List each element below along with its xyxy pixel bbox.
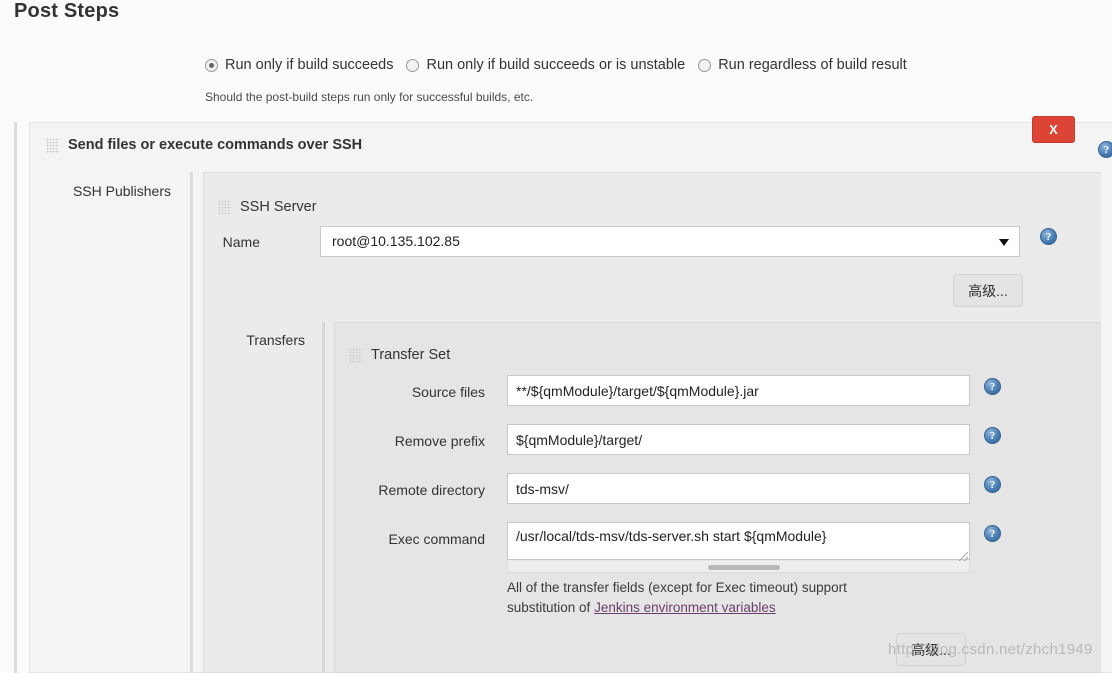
help-icon[interactable]: ? [984, 427, 1001, 444]
ssh-server-name-select[interactable]: root@10.135.102.85 [320, 226, 1020, 257]
radio-icon-regardless[interactable] [698, 58, 712, 72]
note-line-1: All of the transfer fields (except for E… [507, 580, 847, 595]
exec-command-horizontal-scrollbar[interactable] [507, 561, 970, 573]
radio-icon-succeeds-or-unstable[interactable] [406, 58, 420, 72]
drag-handle-icon[interactable] [349, 347, 362, 363]
source-files-label: Source files [411, 384, 485, 400]
remove-prefix-label: Remove prefix [394, 433, 485, 449]
transfers-label: Transfers [246, 332, 305, 348]
radio-group-help-text: Should the post-build steps run only for… [205, 90, 534, 104]
transfer-set-title: Transfer Set [371, 347, 451, 363]
radio-option-regardless[interactable]: Run regardless of build result [698, 57, 907, 73]
drag-handle-icon[interactable] [218, 199, 231, 215]
exec-command-textarea[interactable] [507, 522, 970, 560]
exec-command-label: Exec command [388, 531, 485, 547]
ssh-server-header: SSH Server [218, 199, 317, 215]
drag-handle-icon[interactable] [46, 137, 59, 153]
radio-option-succeeds-or-unstable[interactable]: Run only if build succeeds or is unstabl… [406, 57, 685, 73]
radio-option-succeeds[interactable]: Run only if build succeeds [205, 57, 393, 73]
ssh-publisher-block-header: Send files or execute commands over SSH [46, 137, 362, 153]
source-files-input[interactable] [507, 375, 970, 406]
transfer-fields-note: All of the transfer fields (except for E… [507, 578, 947, 618]
advanced-button-ssh-server[interactable]: 高级... [953, 274, 1023, 307]
help-icon-block[interactable]: ? [1098, 141, 1112, 158]
build-result-radio-group: Run only if build succeeds Run only if b… [205, 57, 920, 73]
page-title: Post Steps [14, 0, 120, 22]
help-icon[interactable]: ? [984, 476, 1001, 493]
remote-directory-label: Remote directory [378, 482, 485, 498]
jenkins-env-variables-link[interactable]: Jenkins environment variables [594, 600, 776, 615]
help-icon[interactable]: ? [1098, 141, 1112, 158]
name-label: Name [222, 234, 260, 250]
transfer-set-header: Transfer Set [349, 347, 450, 363]
exec-command-wrapper [507, 522, 970, 573]
scrollbar-thumb[interactable] [708, 565, 780, 570]
help-icon-remove-prefix[interactable]: ? [984, 427, 1001, 444]
advanced-button-transfer-set[interactable]: 高级... [896, 633, 966, 666]
remove-prefix-input[interactable] [507, 424, 970, 455]
help-icon-source-files[interactable]: ? [984, 378, 1001, 395]
radio-label-regardless: Run regardless of build result [718, 57, 907, 73]
note-line-2-prefix: substitution of [507, 600, 595, 615]
help-icon[interactable]: ? [984, 525, 1001, 542]
help-icon-exec-command[interactable]: ? [984, 525, 1001, 542]
ssh-server-title: SSH Server [240, 199, 317, 215]
close-button[interactable]: X [1032, 116, 1075, 143]
ssh-server-name-value: root@10.135.102.85 [332, 233, 460, 249]
ssh-publisher-block-title: Send files or execute commands over SSH [68, 137, 363, 153]
ssh-publishers-label: SSH Publishers [72, 183, 171, 199]
remote-directory-input[interactable] [507, 473, 970, 504]
radio-icon-succeeds[interactable] [205, 58, 218, 72]
chevron-down-icon[interactable] [999, 239, 1009, 246]
post-steps-page: Post Steps Run only if build succeeds Ru… [0, 0, 1112, 673]
radio-label-succeeds-or-unstable: Run only if build succeeds or is unstabl… [426, 57, 686, 73]
help-icon[interactable]: ? [1040, 228, 1057, 245]
help-icon-ssh-name[interactable]: ? [1040, 228, 1057, 245]
help-icon[interactable]: ? [984, 378, 1001, 395]
radio-label-succeeds: Run only if build succeeds [225, 57, 394, 73]
help-icon-remote-directory[interactable]: ? [984, 476, 1001, 493]
